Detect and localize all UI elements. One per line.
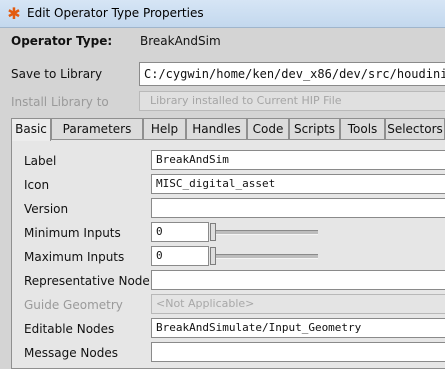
tab-code[interactable]: Code xyxy=(247,118,289,140)
tab-help[interactable]: Help xyxy=(143,118,186,140)
operator-type-label: Operator Type: xyxy=(11,34,113,48)
tab-selectors[interactable]: Selectors xyxy=(385,118,445,140)
tab-scripts[interactable]: Scripts xyxy=(289,118,340,140)
label-field[interactable]: BreakAndSim xyxy=(151,150,445,170)
min-inputs-label: Minimum Inputs xyxy=(24,226,121,240)
install-library-label: Install Library to xyxy=(11,95,109,109)
min-inputs-slider-handle[interactable] xyxy=(210,223,216,241)
min-inputs-slider-track[interactable] xyxy=(213,230,318,235)
title-bar: ✱ Edit Operator Type Properties xyxy=(0,0,445,28)
tab-tools[interactable]: Tools xyxy=(340,118,385,140)
version-label: Version xyxy=(24,202,69,216)
houdini-logo-icon: ✱ xyxy=(7,4,21,23)
max-inputs-slider-track[interactable] xyxy=(213,254,318,259)
icon-field[interactable]: MISC_digital_asset xyxy=(151,174,445,194)
editable-nodes-field[interactable]: BreakAndSimulate/Input_Geometry xyxy=(151,318,445,338)
tab-basic[interactable]: Basic xyxy=(11,118,51,141)
min-inputs-field[interactable]: 0 xyxy=(151,222,209,242)
editable-nodes-label: Editable Nodes xyxy=(24,322,115,336)
window-title: Edit Operator Type Properties xyxy=(27,6,204,20)
save-to-library-label: Save to Library xyxy=(11,67,103,81)
message-nodes-label: Message Nodes xyxy=(24,346,118,360)
representative-node-field[interactable] xyxy=(151,270,445,290)
save-to-library-field[interactable]: C:/cygwin/home/ken/dev_x86/dev/src/houdi… xyxy=(139,62,445,86)
tab-parameters[interactable]: Parameters xyxy=(51,118,143,140)
guide-geometry-label: Guide Geometry xyxy=(24,298,123,312)
install-library-button[interactable]: Library installed to Current HIP File xyxy=(139,91,445,111)
max-inputs-label: Maximum Inputs xyxy=(24,250,125,264)
message-nodes-field[interactable] xyxy=(151,342,445,362)
icon-label: Icon xyxy=(24,178,50,192)
max-inputs-slider-handle[interactable] xyxy=(210,247,216,265)
label-label: Label xyxy=(24,154,57,168)
tab-handles[interactable]: Handles xyxy=(186,118,247,140)
max-inputs-field[interactable]: 0 xyxy=(151,246,209,266)
representative-node-label: Representative Node xyxy=(24,274,150,288)
guide-geometry-field: <Not Applicable> xyxy=(151,294,445,314)
version-field[interactable] xyxy=(151,198,445,218)
operator-type-value: BreakAndSim xyxy=(140,34,221,48)
